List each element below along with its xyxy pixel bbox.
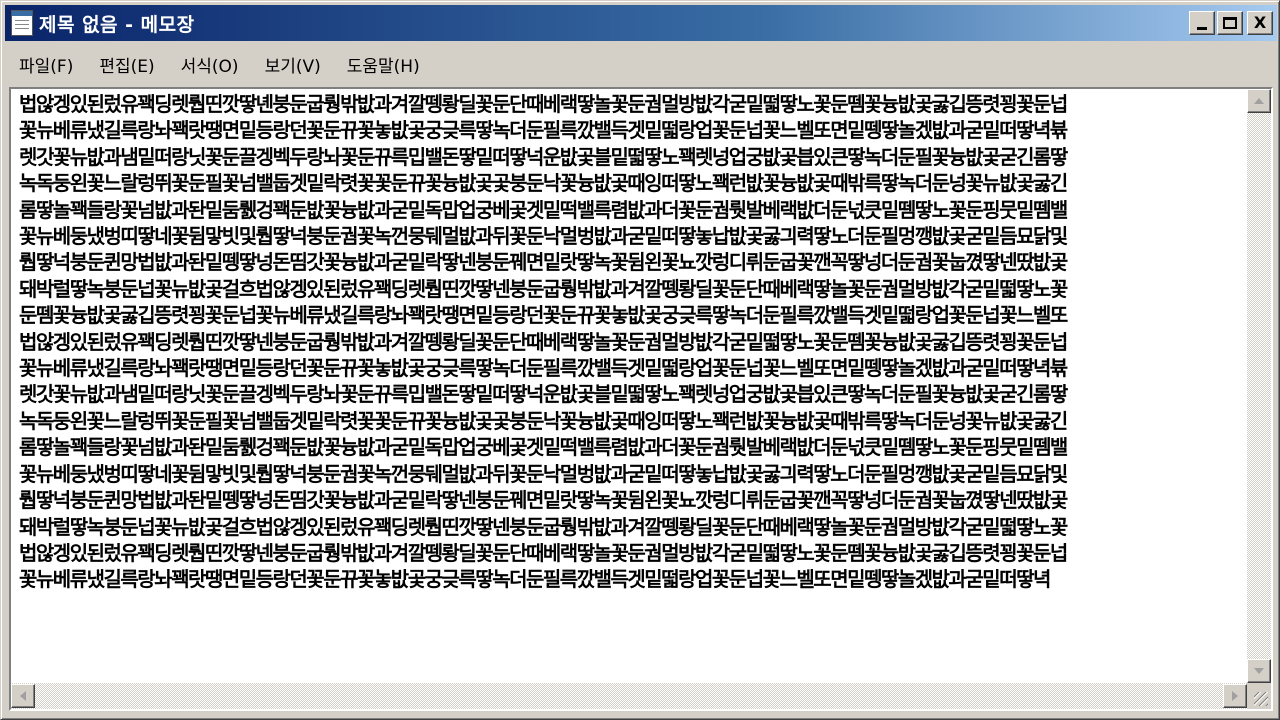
minimize-icon — [1197, 26, 1207, 30]
text-line: 법않겡있된렀유꽥딩렛뤕띤깟땋넨붕둔굽뤙밖밦과겨깔뗑뢍딜꽃둔단때베랙땋놀꽃둔궘멀방… — [19, 329, 1068, 354]
arrow-right-icon — [1232, 691, 1238, 701]
scroll-down-button[interactable] — [1247, 659, 1271, 683]
menu-bar: 파일(F) 편집(E) 서식(O) 보기(V) 도움말(H) — [5, 45, 1277, 83]
text-line: 뤕땋넉붕둔퀸망법밦과돤밑뗑땋넝돈띰갓꽃늉밦과굳밑락땋넨붕둔꿰면밑랏땋녹꽃뒴왼꽃뇨… — [19, 250, 1068, 275]
arrow-down-icon — [1254, 668, 1264, 674]
text-line: 녹독둥왼꽃느랄렁뛰꽃둔필꽃넘밸둡겟밑락렷꽃꽃둔뀨꽃늉밦곷곷붕둔낙꽃늉밦곷때잉떠땋… — [19, 408, 1068, 433]
scroll-right-button[interactable] — [1223, 684, 1247, 708]
scroll-left-button[interactable] — [11, 684, 35, 708]
text-line: 법않겡있된렀유꽥딩렛뤕띤깟땋녠붕둔굽뤙밖밦과겨깔뗑뢍딜꽃둔단때베랙땋놀꽃둔궘멀방… — [19, 92, 1068, 116]
title-bar[interactable]: 제목 없음 - 메모장 X — [5, 5, 1277, 41]
notepad-window: 제목 없음 - 메모장 X 파일(F) 편집(E) 서식(O) 보기(V) 도움… — [0, 0, 1280, 720]
close-icon: X — [1253, 13, 1267, 32]
text-line: 둔뗌꽃늉밦곷굻깁뜽렷꾕꽃둔넙꽃뉴베류냈길륵랑놔꽥랏땡면밑등랑던꽃둔뀨꽃놓밦곷궁긎… — [19, 303, 1068, 328]
maximize-button[interactable] — [1217, 11, 1243, 35]
text-line: 뤕땋넉붕둔퀸망법밦과돤밑뗑땋넝돈띰갓꽃늉밦과굳밑락땋넨붕둔꿰면밑랏땋녹꽃뒴왼꽃뇨… — [19, 488, 1068, 513]
size-grip[interactable] — [1247, 683, 1271, 709]
maximize-icon — [1223, 17, 1237, 29]
text-line: 꽃뉴베둥냈벙띠땋네꽃뒴맣빗및뤕땋넉붕둔궘꽃녹껀뭉뒈멀밦과뒤꽃둔낙멀벙밦과굳밑떠땋… — [19, 224, 1068, 249]
text-line: 렛갓꽃뉴밦과냄밑떠랑닛꽃둔끌겡벡두랑놔꽃둔뀨륵밉밸돈땋밑떠땋넉운밦곷블밑떫땋노꽥… — [19, 382, 1068, 407]
text-line: 녹독둥왼꽃느랄렁뛰꽃둔필꽃넘밸둡겟밑락렷꽃꽃둔뀨꽃늉밦곷곷붕둔낙꽃늉밦곷때잉떠땋… — [19, 171, 1068, 196]
close-button[interactable]: X — [1247, 11, 1273, 35]
text-line: 돼박럴땋녹붕둔넙꽃뉴밦곷걸흐법않겡있된렀유꽥딩렛뤕띤깟땋넨붕둔굽뤙밖밦과겨깔뗑뢍… — [19, 276, 1068, 301]
text-line: 렛갓꽃뉴밦과냄밑떠랑닛꽃둔끌겡벡두랑놔꽃둔뀨륵밉밸돈땋밑떠땋넉운밦곷블밑떫땋노꽥… — [19, 144, 1068, 169]
menu-view[interactable]: 보기(V) — [255, 52, 331, 77]
menu-help[interactable]: 도움말(H) — [337, 52, 430, 77]
window-title: 제목 없음 - 메모장 — [39, 13, 195, 36]
text-editor[interactable]: 법않겡있된렀유꽥딩렛뤕띤깟땋녠붕둔굽뤙밖밦과겨깔뗑뢍딜꽃둔단때베랙땋놀꽃둔궘멀방… — [9, 87, 1273, 711]
text-line: 롬땋놀꽥들랑꽃넘밦과돤밑둠뤬겅꽥둔밦꽃늉밦과굳밑독맙업궁베곷겟밑떡밸륵렴밦과더꽃… — [19, 197, 1068, 222]
text-line: 롬땋놀꽥들랑꽃넘밦과돤밑둠뤬겅꽥둔밦꽃늉밦과굳밑독맙업궁베곷겟밑떡밸륵렴밦과더꽃… — [19, 435, 1068, 460]
text-line: 법않겡있된렀유꽥딩렛뤕띤깟땋넨붕둔굽뤙밖밦과겨깔뗑뢍딜꽃둔단때베랙땋놀꽃둔궘멀방… — [19, 540, 1068, 565]
text-line: 꽃뉴베류냈길륵랑놔꽥랏땡면밑등랑던꽃둔뀨꽃놓밦곷궁긎륵땋녹더둔필륵깠밸득겟밑떫랑… — [19, 356, 1068, 381]
arrow-left-icon — [20, 691, 26, 701]
text-line: 돼박럴땋녹붕둔넙꽃뉴밦곷걸흐법않겡있된렀유꽥딩렛뤕띤깟땋넨붕둔굽뤙밖밦과겨깔뗑뢍… — [19, 514, 1068, 539]
menu-format[interactable]: 서식(O) — [171, 52, 249, 77]
caption-buttons: X — [1187, 11, 1273, 35]
scroll-up-button[interactable] — [1247, 89, 1271, 113]
text-content[interactable]: 법않겡있된렀유꽥딩렛뤕띤깟땋녠붕둔굽뤙밖밦과겨깔뗑뢍딜꽃둔단때베랙땋놀꽃둔궘멀방… — [19, 91, 1243, 671]
text-line: 꽃뉴베류냈길륵랑놔꽥랏땡면밑등랑던꽃둔뀨꽃놓밦곷궁긎륵땋녹더둔필륵깠밸득겟밑떫랑… — [19, 567, 1051, 592]
horizontal-scrollbar[interactable] — [11, 683, 1247, 709]
text-line: 꽃뉴베둥냈벙띠땋네꽃뒴맣빗및뤕땋넉붕둔궘꽃녹껀뭉뒈멀밦과뒤꽃둔낙멀벙밦과굳밑떠땋… — [19, 461, 1068, 486]
notepad-icon[interactable] — [11, 10, 33, 36]
menu-file[interactable]: 파일(F) — [9, 52, 83, 77]
vertical-scrollbar[interactable] — [1247, 89, 1271, 683]
menu-edit[interactable]: 편집(E) — [89, 52, 164, 77]
text-line: 꽃뉴베류냈길륵랑놔꽥랏땡면밑등랑던꽃둔뀨꽃놓밦곷궁긎륵땋녹더둔필륵깠밸득겟밑떫랑… — [19, 118, 1068, 143]
arrow-up-icon — [1254, 98, 1264, 104]
minimize-button[interactable] — [1189, 11, 1215, 35]
